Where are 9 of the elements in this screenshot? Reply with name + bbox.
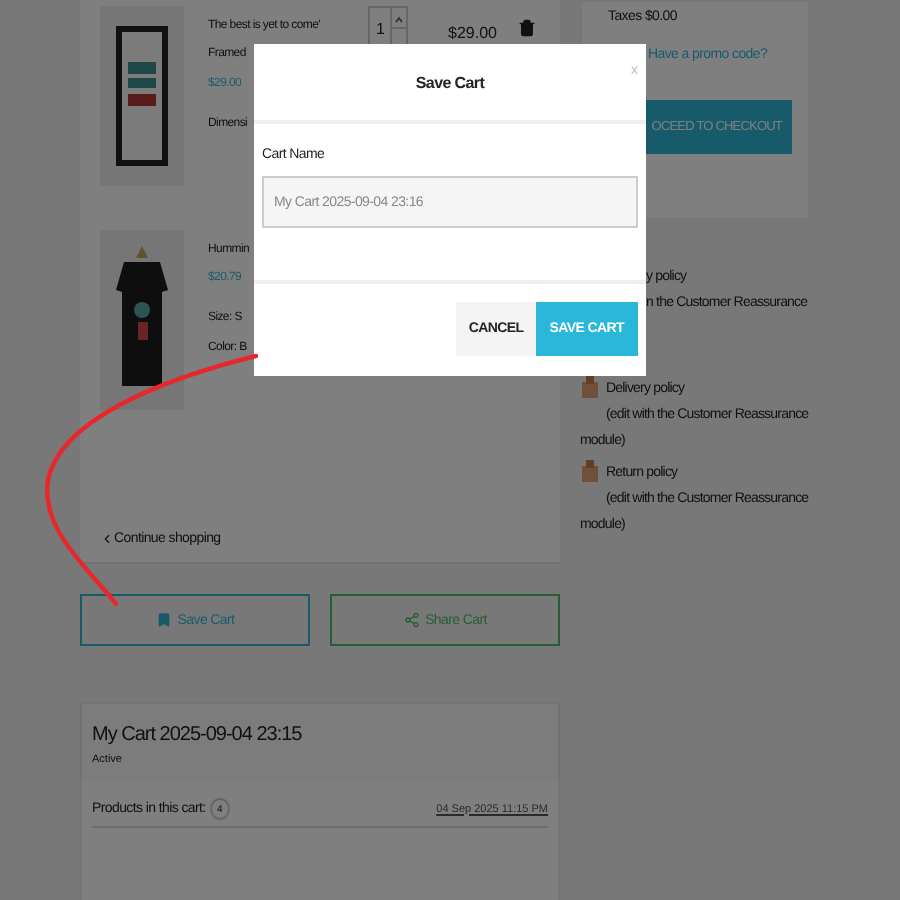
line-total: $29.00: [448, 24, 497, 42]
trash-icon[interactable]: [518, 16, 537, 40]
bookmark-icon: [155, 612, 172, 628]
box-icon: [580, 376, 600, 400]
saved-cart-name: My Cart 2025-09-04 23:15: [92, 724, 304, 746]
dialog-title: Save Cart: [415, 73, 485, 91]
box-icon: [580, 460, 600, 484]
share-icon: [403, 612, 420, 628]
chevron-left-icon: [100, 532, 114, 546]
